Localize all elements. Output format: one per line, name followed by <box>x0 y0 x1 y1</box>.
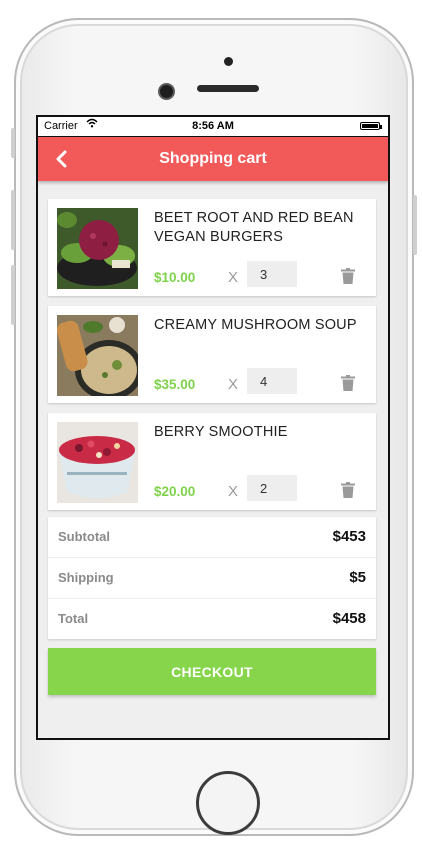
shipping-value: $5 <box>349 569 366 586</box>
item-name: BERRY SMOOTHIE <box>154 424 288 440</box>
cart-item: BERRY SMOOTHIE $20.00 X <box>48 413 376 510</box>
volume-up-button <box>11 190 15 250</box>
battery-icon <box>360 122 382 130</box>
burger-photo <box>57 208 138 289</box>
smoothie-photo <box>57 422 138 503</box>
mute-switch <box>11 128 15 158</box>
quantity-input[interactable] <box>247 261 297 287</box>
cart-item: CREAMY MUSHROOM SOUP $35.00 X <box>48 306 376 403</box>
nav-bar: Shopping cart <box>38 137 388 181</box>
subtotal-row: Subtotal $453 <box>48 517 376 558</box>
shipping-label: Shipping <box>58 570 114 585</box>
trash-icon[interactable] <box>341 375 355 391</box>
quantity-input[interactable] <box>247 475 297 501</box>
subtotal-label: Subtotal <box>58 529 110 544</box>
subtotal-value: $453 <box>332 528 366 545</box>
times-symbol: X <box>228 269 239 286</box>
item-price: $10.00 <box>154 270 196 285</box>
home-button[interactable] <box>196 771 260 835</box>
proximity-sensor <box>224 57 233 66</box>
volume-down-button <box>11 265 15 325</box>
cart-item: BEET ROOT AND RED BEAN VEGAN BURGERS $10… <box>48 199 376 296</box>
earpiece-speaker <box>197 85 259 92</box>
item-name: BEET ROOT AND RED BEAN VEGAN BURGERS <box>154 210 354 245</box>
soup-photo <box>57 315 138 396</box>
item-price: $20.00 <box>154 484 196 499</box>
power-button <box>413 195 417 255</box>
quantity-input[interactable] <box>247 368 297 394</box>
item-price: $35.00 <box>154 377 196 392</box>
trash-icon[interactable] <box>341 482 355 498</box>
app-screen: Carrier 8:56 AM Shopping cart BEET ROOT … <box>36 115 390 740</box>
total-row: Total $458 <box>48 599 376 639</box>
page-title: Shopping cart <box>159 150 267 167</box>
total-value: $458 <box>332 610 366 627</box>
trash-icon[interactable] <box>341 268 355 284</box>
times-symbol: X <box>228 376 239 393</box>
status-time: 8:56 AM <box>192 120 234 132</box>
total-label: Total <box>58 611 89 626</box>
order-summary: Subtotal $453 Shipping $5 Total $458 <box>48 517 376 639</box>
status-bar: Carrier 8:56 AM <box>38 117 388 137</box>
front-camera <box>158 83 175 100</box>
checkout-button[interactable]: CHECKOUT <box>48 648 376 695</box>
cart-content: BEET ROOT AND RED BEAN VEGAN BURGERS $10… <box>48 199 376 639</box>
shipping-row: Shipping $5 <box>48 558 376 599</box>
item-name: CREAMY MUSHROOM SOUP <box>154 317 357 333</box>
times-symbol: X <box>228 483 239 500</box>
